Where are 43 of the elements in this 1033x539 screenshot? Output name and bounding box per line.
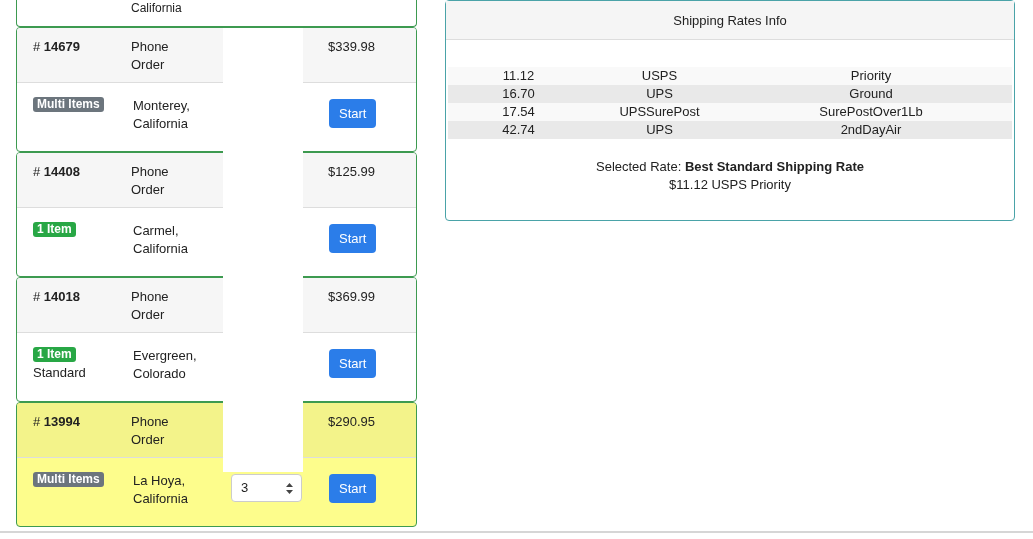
selected-rate-value: $11.12 USPS Priority xyxy=(669,176,791,194)
order-number: # 14679 xyxy=(33,38,80,56)
rate-carrier: UPS xyxy=(646,121,673,139)
rate-carrier: UPSSurePost xyxy=(619,103,700,121)
order-total: $125.99 xyxy=(328,163,375,181)
rate-service: 2ndDayAir xyxy=(840,121,902,139)
start-button[interactable]: Start xyxy=(329,474,377,503)
panel-title: Shipping Rates Info xyxy=(673,12,787,28)
rate-carrier: USPS xyxy=(641,67,678,85)
items-badge: 1 Item xyxy=(33,347,76,362)
selected-rate-label: Selected Rate: Best Standard Shipping Rate xyxy=(596,158,864,176)
rate-service: Ground xyxy=(849,85,893,103)
order-location: La Hoya, California xyxy=(133,472,189,508)
order-total: $339.98 xyxy=(328,38,375,56)
order-location: Evergreen, Colorado xyxy=(133,347,198,383)
order-source: Phone Order xyxy=(131,38,170,74)
start-button[interactable]: Start xyxy=(329,349,377,378)
order-total: $369.99 xyxy=(328,288,375,306)
order-source: Phone Order xyxy=(131,163,170,199)
order-number: # 13994 xyxy=(33,413,80,431)
shipping-note: Standard xyxy=(33,364,86,382)
order-location: Monterey, California xyxy=(133,97,191,133)
up-down-caret-icon xyxy=(286,482,293,494)
order-location: California xyxy=(131,1,182,15)
rate-price: 42.74 xyxy=(502,121,535,139)
items-badge: Multi Items xyxy=(33,97,104,112)
start-button[interactable]: Start xyxy=(329,224,377,253)
order-number: # 14408 xyxy=(33,163,80,181)
items-badge: Multi Items xyxy=(33,472,104,487)
rate-service: SurePostOver1Lb xyxy=(819,103,923,121)
quantity-select[interactable]: 3 xyxy=(231,474,302,502)
start-button[interactable]: Start xyxy=(329,99,377,128)
order-source: Phone Order xyxy=(131,413,170,449)
rate-service: Priority xyxy=(850,67,892,85)
order-total: $290.95 xyxy=(328,413,375,431)
items-badge: 1 Item xyxy=(33,222,76,237)
rate-price: 17.54 xyxy=(502,103,535,121)
rate-price: 16.70 xyxy=(502,85,535,103)
rate-carrier: UPS xyxy=(646,85,673,103)
order-number: # 14018 xyxy=(33,288,80,306)
order-location: Carmel, California xyxy=(133,222,189,258)
rate-price: 11.12 xyxy=(502,67,535,85)
order-source: Phone Order xyxy=(131,288,170,324)
